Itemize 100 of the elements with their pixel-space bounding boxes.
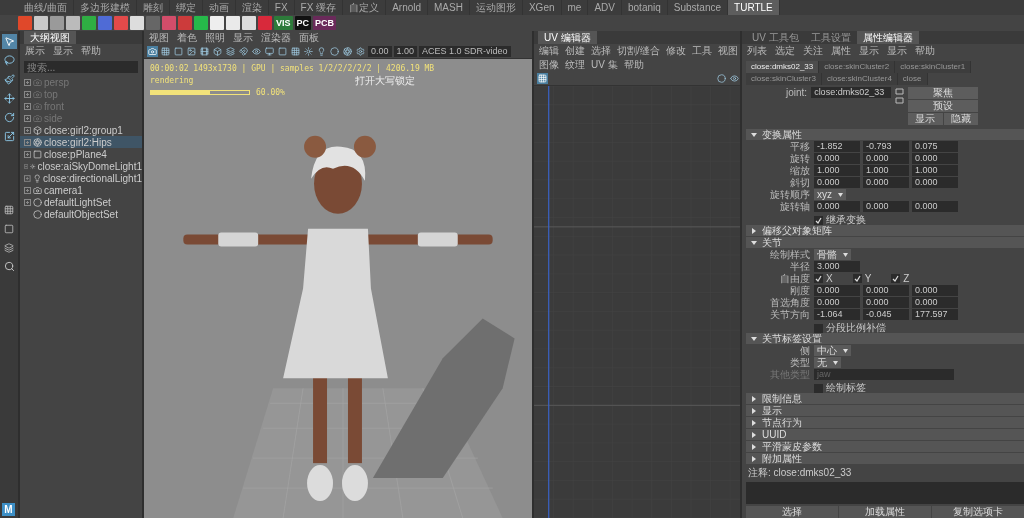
section-header[interactable]: 关节标签设置 (746, 333, 1024, 344)
panel-tab[interactable]: 大纲视图 (24, 31, 76, 44)
value-field[interactable]: 0.000 (814, 177, 860, 188)
shelf-tab[interactable]: TURTLE (728, 0, 780, 15)
menu-item[interactable]: 图像 (539, 58, 559, 72)
brush-icon[interactable] (1, 72, 17, 87)
value-field[interactable]: 0.075 (912, 141, 958, 152)
menu-item[interactable]: 帮助 (81, 44, 101, 58)
expand-icon[interactable] (24, 102, 31, 110)
checkbox[interactable] (814, 215, 823, 225)
menu-item[interactable]: 关注 (803, 44, 823, 58)
expand-icon[interactable] (24, 90, 31, 98)
value-field[interactable]: 0.000 (912, 285, 958, 296)
menu-item[interactable]: 修改 (665, 44, 686, 58)
value-field[interactable]: 1.000 (814, 165, 860, 176)
menu-item[interactable]: 面板 (299, 31, 319, 45)
menu-item[interactable]: 视图 (149, 31, 169, 45)
dropdown[interactable]: xyz (814, 189, 846, 200)
expand-arrow-icon[interactable] (751, 395, 757, 402)
menu-item[interactable]: 纹理 (565, 58, 585, 72)
attribute-button[interactable]: 显示 (908, 113, 943, 125)
outliner-item[interactable]: close:girl2:group1 (20, 124, 142, 136)
section-header[interactable]: 显示 (746, 405, 1024, 416)
exposure-field[interactable]: 0.00 (368, 46, 392, 57)
value-field[interactable]: 0.000 (814, 285, 860, 296)
checkbox[interactable] (814, 323, 823, 333)
value-field[interactable]: 1.000 (912, 165, 958, 176)
section-header[interactable]: 附加属性 (746, 453, 1024, 464)
value-field[interactable]: -1.852 (814, 141, 860, 152)
expand-icon[interactable] (24, 186, 31, 194)
circle-icon[interactable] (329, 46, 340, 57)
value-field[interactable]: 0.000 (863, 177, 909, 188)
node-tab[interactable]: close:skinCluster3 (746, 73, 822, 85)
value-field[interactable]: -0.793 (863, 141, 909, 152)
section-header[interactable]: 偏移父对象矩阵 (746, 225, 1024, 236)
section-header[interactable]: UUID (746, 429, 1024, 440)
menu-item[interactable]: 显示 (887, 44, 907, 58)
attribute-button[interactable]: 预设 (908, 100, 979, 112)
expand-arrow-icon[interactable] (751, 419, 757, 426)
menu-item[interactable]: 着色 (177, 31, 197, 45)
section-header[interactable]: 节点行为 (746, 417, 1024, 428)
node-tab[interactable]: close:skinCluster2 (819, 61, 896, 73)
expand-icon[interactable] (24, 174, 31, 182)
expand-icon[interactable] (24, 162, 29, 170)
camera-icon[interactable] (147, 46, 158, 57)
collapse-arrow-icon[interactable] (751, 335, 757, 342)
menu-item[interactable]: UV 集 (591, 58, 618, 72)
value-field[interactable]: 0.000 (863, 285, 909, 296)
menu-item[interactable]: 编辑 (539, 44, 559, 58)
checkbox[interactable] (852, 274, 862, 283)
bottom-button[interactable]: 加载属性 (839, 506, 931, 518)
outliner-item[interactable]: defaultObjectSet (20, 208, 142, 220)
outliner-item[interactable]: close:directionalLight1 (20, 172, 142, 184)
attribute-button[interactable]: 隐藏 (943, 113, 979, 125)
menu-item[interactable]: 显示 (53, 44, 73, 58)
shelf-button[interactable]: PCB (313, 16, 337, 30)
expand-icon[interactable] (24, 126, 31, 134)
checkbox[interactable] (814, 274, 823, 283)
outliner-item[interactable]: close:girl2:Hips (20, 136, 142, 148)
menu-item[interactable]: 选定 (775, 44, 795, 58)
value-field[interactable]: -1.064 (814, 309, 860, 320)
shelf-button[interactable]: PC (294, 16, 312, 30)
expand-icon[interactable] (24, 198, 31, 206)
lightbulb-icon[interactable] (316, 46, 327, 57)
section-header[interactable]: 限制信息 (746, 393, 1024, 404)
search-field[interactable]: 搜索... (24, 61, 138, 73)
color-space-field[interactable]: ACES 1.0 SDR-video (419, 46, 511, 57)
checkbox[interactable] (891, 274, 901, 283)
expand-arrow-icon[interactable] (751, 431, 757, 438)
dropdown[interactable]: 骨骼 (814, 249, 851, 260)
menu-item[interactable]: 帮助 (623, 58, 644, 72)
menu-item[interactable]: 显示 (233, 31, 253, 45)
panel-tab[interactable]: UV 工具包 (746, 31, 805, 44)
value-field[interactable]: 0.000 (912, 153, 958, 164)
image-icon[interactable] (186, 46, 197, 57)
square-icon[interactable] (173, 46, 184, 57)
circle-icon[interactable] (716, 73, 727, 84)
value-field[interactable]: 0.000 (912, 201, 958, 212)
collapse-arrow-icon[interactable] (751, 239, 757, 246)
value-field[interactable]: -0.045 (863, 309, 909, 320)
grid-icon[interactable] (160, 46, 171, 57)
menu-item[interactable]: 展示 (25, 44, 45, 58)
menu-item[interactable]: 创建 (565, 44, 585, 58)
aperture-icon[interactable] (342, 46, 353, 57)
checkbox[interactable] (814, 383, 823, 393)
value-field[interactable]: 0.000 (814, 297, 860, 308)
lasso-icon[interactable] (1, 53, 17, 68)
expand-icon[interactable] (24, 150, 31, 158)
dropdown[interactable]: 中心 (814, 345, 851, 356)
dropdown[interactable]: 无 (814, 357, 841, 368)
menu-item[interactable]: 渲染器 (261, 31, 291, 45)
notes-field[interactable] (746, 482, 1024, 504)
bottom-button[interactable]: 选择 (746, 506, 838, 518)
menu-item[interactable]: 视图 (717, 44, 738, 58)
menu-item[interactable]: 列表 (747, 44, 767, 58)
value-field[interactable]: 0.000 (863, 297, 909, 308)
value-field[interactable]: 0.000 (814, 201, 860, 212)
expand-icon[interactable] (24, 138, 31, 146)
value-field[interactable]: 1.000 (863, 165, 909, 176)
value-field[interactable]: 0.000 (912, 177, 958, 188)
